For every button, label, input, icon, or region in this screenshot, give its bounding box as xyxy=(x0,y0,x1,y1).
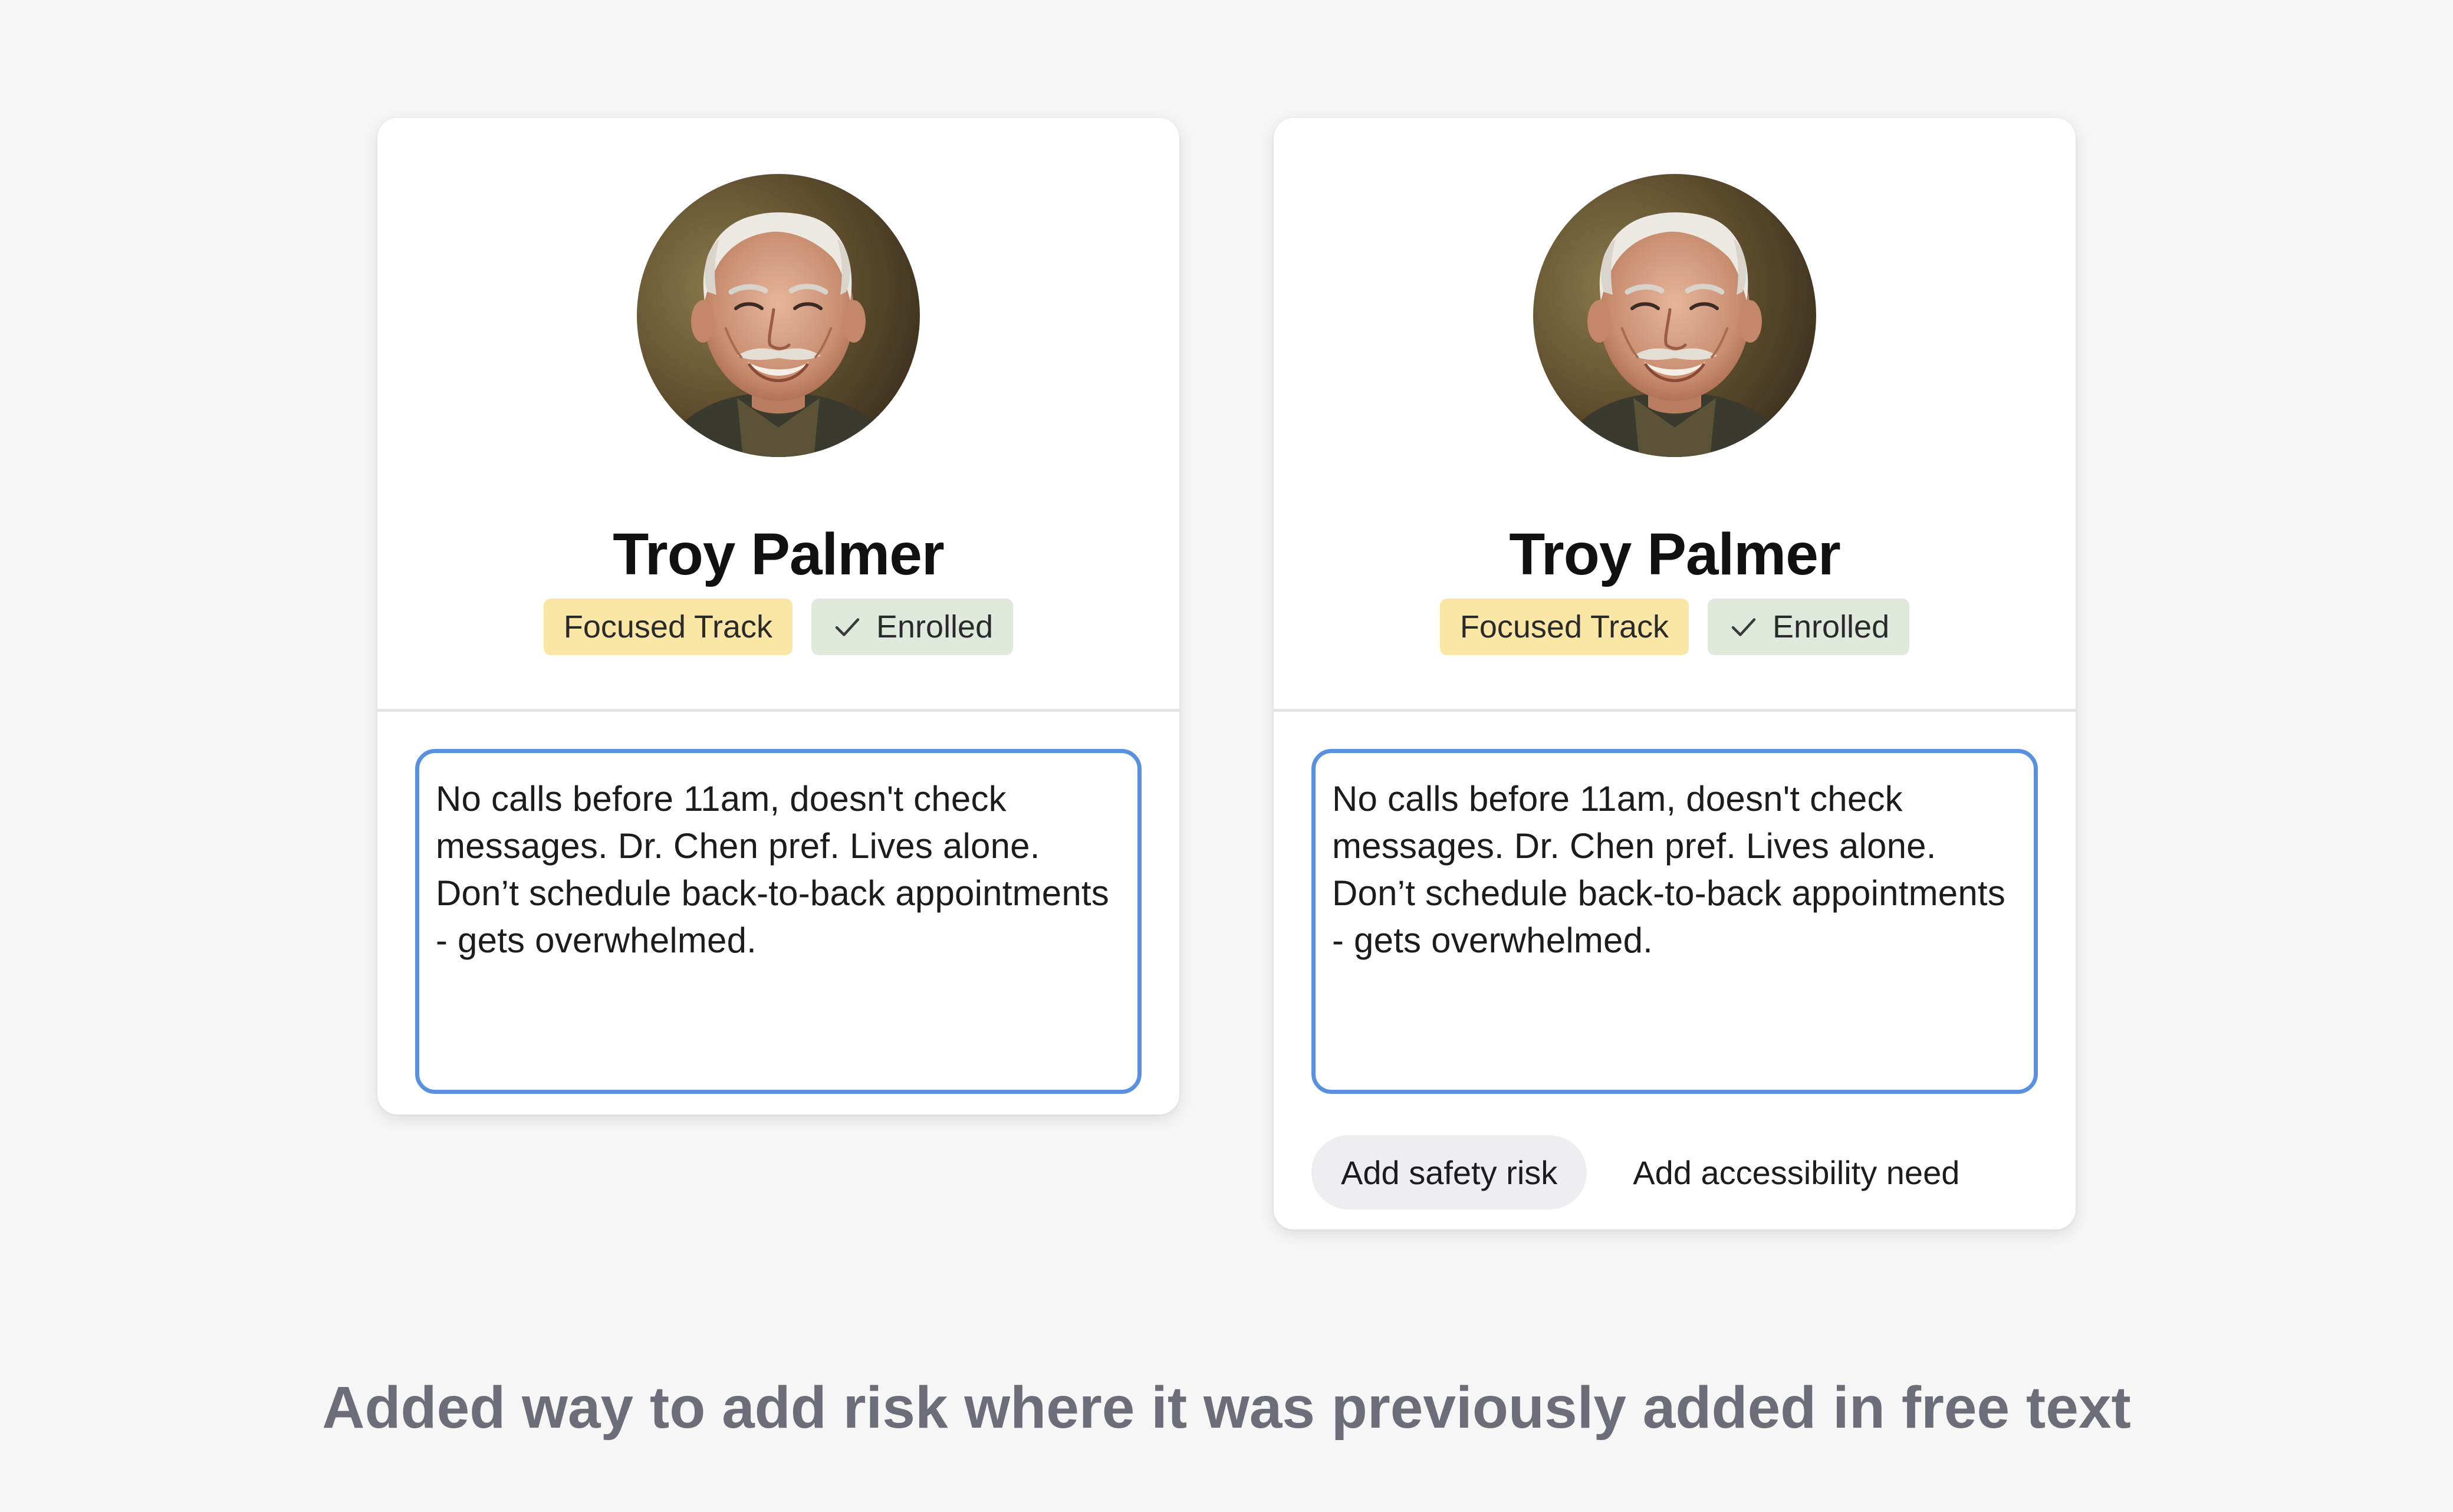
notes-textarea[interactable]: No calls before 11am, doesn't check mess… xyxy=(415,749,1142,1094)
add-safety-risk-button[interactable]: Add safety risk xyxy=(1311,1135,1587,1209)
track-badge-label: Focused Track xyxy=(563,609,772,645)
track-badge-label: Focused Track xyxy=(1459,609,1669,645)
patient-header: Troy Palmer Focused Track Enrolled xyxy=(1274,118,2076,712)
check-icon xyxy=(1728,611,1760,643)
enrolled-badge-label: Enrolled xyxy=(876,609,994,645)
enrolled-badge-label: Enrolled xyxy=(1773,609,1890,645)
patient-name: Troy Palmer xyxy=(1509,521,1841,587)
track-badge: Focused Track xyxy=(1439,599,1689,655)
risk-actions: Add safety risk Add accessibility need xyxy=(1311,1135,1977,1209)
badge-row: Focused Track Enrolled xyxy=(1274,599,2076,655)
enrolled-badge: Enrolled xyxy=(1708,599,1910,655)
patient-card-after: Troy Palmer Focused Track Enrolled No ca… xyxy=(1274,118,2076,1230)
avatar xyxy=(637,174,920,457)
notes-textarea[interactable]: No calls before 11am, doesn't check mess… xyxy=(1311,749,2038,1094)
enrolled-badge: Enrolled xyxy=(811,599,1014,655)
avatar-photo xyxy=(637,174,920,457)
caption: Added way to add risk where it was previ… xyxy=(322,1375,2131,1441)
badge-row: Focused Track Enrolled xyxy=(377,599,1179,655)
avatar xyxy=(1533,174,1816,457)
avatar-photo xyxy=(1533,174,1816,457)
check-icon xyxy=(831,611,863,643)
patient-header: Troy Palmer Focused Track Enrolled xyxy=(377,118,1179,712)
track-badge: Focused Track xyxy=(543,599,793,655)
patient-name: Troy Palmer xyxy=(613,521,945,587)
patient-card-before: Troy Palmer Focused Track Enrolled No ca… xyxy=(377,118,1179,1115)
add-accessibility-need-button[interactable]: Add accessibility need xyxy=(1615,1135,1977,1209)
